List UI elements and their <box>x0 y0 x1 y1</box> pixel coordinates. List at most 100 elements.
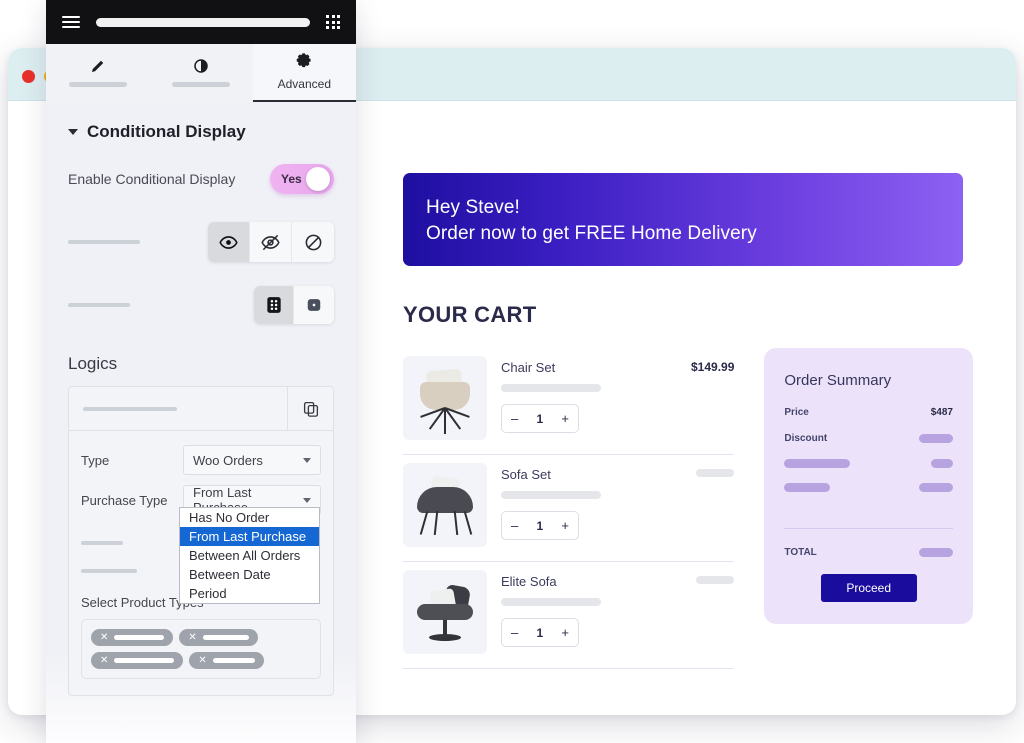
editor-panel: Advanced Conditional Display Enable Cond… <box>46 0 356 743</box>
dropdown-option-has-no-order[interactable]: Has No Order <box>180 508 319 527</box>
remove-tag-icon[interactable]: ✕ <box>100 632 108 643</box>
product-thumbnail <box>403 463 487 547</box>
order-summary-title: Order Summary <box>784 372 892 389</box>
remove-tag-icon[interactable]: ✕ <box>198 655 206 666</box>
tag-label-placeholder <box>202 635 249 640</box>
quantity-stepper[interactable]: – 1 + <box>501 404 579 433</box>
logics-card: Type Woo Orders Purchase Type From Last … <box>68 386 334 696</box>
summary-price-value: $487 <box>930 407 953 418</box>
product-info: Elite Sofa – 1 + <box>501 570 696 647</box>
logic-name-placeholder <box>83 406 177 411</box>
quantity-increase-button[interactable]: + <box>561 519 569 532</box>
disable-button[interactable] <box>292 222 334 262</box>
tab-label-placeholder <box>171 82 230 87</box>
summary-divider <box>784 528 953 529</box>
logic-field-placeholder <box>81 569 137 573</box>
tab-style[interactable] <box>149 44 252 102</box>
summary-total-placeholder <box>919 548 953 557</box>
remove-tag-icon[interactable]: ✕ <box>188 632 196 643</box>
layout-mode-label-placeholder <box>68 303 130 307</box>
logic-type-value: Woo Orders <box>193 452 263 468</box>
single-layout-button[interactable] <box>294 286 334 324</box>
product-name: Elite Sofa <box>501 574 557 589</box>
tab-content[interactable] <box>46 44 149 102</box>
eye-slash-icon <box>261 234 280 250</box>
logic-type-row: Type Woo Orders <box>81 445 321 475</box>
product-info: Chair Set – 1 + <box>501 356 691 433</box>
dropdown-option-from-last-purchase[interactable]: From Last Purchase <box>180 527 319 546</box>
visibility-mode-group <box>208 222 334 262</box>
quantity-decrease-button[interactable]: – <box>511 412 518 425</box>
cart-item-list: Chair Set – 1 + $149.99 Sofa Set – 1 + E… <box>403 348 735 669</box>
order-summary-panel: Order Summary Price $487 Discount TOTAL … <box>764 348 973 624</box>
summary-total-row: TOTAL <box>784 547 953 558</box>
dropdown-option-between-all-orders[interactable]: Between All Orders <box>180 546 319 565</box>
visibility-mode-row <box>68 222 334 262</box>
product-types-tag-input[interactable]: ✕ ✕ ✕ ✕ <box>81 619 321 679</box>
editor-panel-body: Conditional Display Enable Conditional D… <box>46 102 356 696</box>
logics-title: Logics <box>68 354 118 373</box>
tag-label-placeholder <box>114 635 165 640</box>
hamburger-icon[interactable] <box>62 13 80 31</box>
enable-conditional-display-label: Enable Conditional Display <box>68 171 236 187</box>
visibility-mode-label-placeholder <box>68 240 140 244</box>
enable-conditional-display-toggle[interactable]: Yes <box>270 164 334 194</box>
product-meta-placeholder <box>501 491 601 499</box>
summary-discount-placeholder <box>919 434 953 443</box>
product-type-tag[interactable]: ✕ <box>189 652 264 669</box>
quantity-stepper[interactable]: – 1 + <box>501 511 579 540</box>
purchase-type-dropdown[interactable]: Has No Order From Last Purchase Between … <box>179 507 320 604</box>
logic-type-select[interactable]: Woo Orders <box>183 445 321 475</box>
product-type-tag[interactable]: ✕ <box>91 652 184 669</box>
quantity-increase-button[interactable]: + <box>561 412 569 425</box>
cart-layout: Chair Set – 1 + $149.99 Sofa Set – 1 + E… <box>403 348 973 669</box>
dropdown-option-between-date[interactable]: Between Date <box>180 565 319 584</box>
promo-banner: Hey Steve! Order now to get FREE Home De… <box>403 173 963 266</box>
chevron-down-icon <box>303 497 311 503</box>
grid-layout-button[interactable] <box>254 286 294 324</box>
quantity-stepper[interactable]: – 1 + <box>501 618 579 647</box>
quantity-value: 1 <box>536 518 544 533</box>
show-button[interactable] <box>208 222 250 262</box>
gear-icon <box>296 53 311 68</box>
product-meta-placeholder <box>501 384 601 392</box>
proceed-button[interactable]: Proceed <box>820 574 917 602</box>
grid-icon[interactable] <box>326 15 340 29</box>
tag-label-placeholder <box>114 658 175 663</box>
product-type-tag[interactable]: ✕ <box>179 629 258 646</box>
product-thumbnail <box>403 356 487 440</box>
topbar-title-placeholder <box>96 17 310 27</box>
logic-name-field[interactable] <box>69 406 287 411</box>
duplicate-logic-button[interactable] <box>287 387 333 430</box>
product-info: Sofa Set – 1 + <box>501 463 696 540</box>
single-dot-icon <box>307 299 321 311</box>
ban-icon <box>305 234 321 250</box>
quantity-increase-button[interactable]: + <box>561 626 569 639</box>
product-thumbnail <box>403 570 487 654</box>
summary-row-value-placeholder <box>919 483 953 492</box>
remove-tag-icon[interactable]: ✕ <box>100 655 108 666</box>
product-type-tag[interactable]: ✕ <box>91 629 174 646</box>
copy-icon <box>303 401 318 417</box>
summary-price-row: Price $487 <box>784 407 953 418</box>
cart-item-row: Chair Set – 1 + $149.99 <box>403 348 735 455</box>
close-window-button[interactable] <box>22 70 35 83</box>
logic-header <box>69 387 333 431</box>
dropdown-option-period[interactable]: Period <box>180 584 319 603</box>
quantity-decrease-button[interactable]: – <box>511 519 518 532</box>
section-header[interactable]: Conditional Display <box>68 122 334 142</box>
eye-icon <box>219 235 238 249</box>
quantity-decrease-button[interactable]: – <box>511 626 518 639</box>
hide-button[interactable] <box>250 222 292 262</box>
chevron-down-icon[interactable] <box>68 129 78 135</box>
tab-advanced[interactable]: Advanced <box>252 44 356 102</box>
purchase-type-label: Purchase Type <box>81 492 168 508</box>
section-title: Conditional Display <box>87 122 246 141</box>
grid-dots-icon <box>266 297 281 313</box>
product-meta-placeholder <box>501 598 601 606</box>
summary-row-label-placeholder <box>784 459 851 468</box>
product-name: Chair Set <box>501 360 556 375</box>
shop-page: Hey Steve! Order now to get FREE Home De… <box>403 173 973 669</box>
summary-total-label: TOTAL <box>784 547 817 558</box>
quantity-value: 1 <box>536 625 544 640</box>
